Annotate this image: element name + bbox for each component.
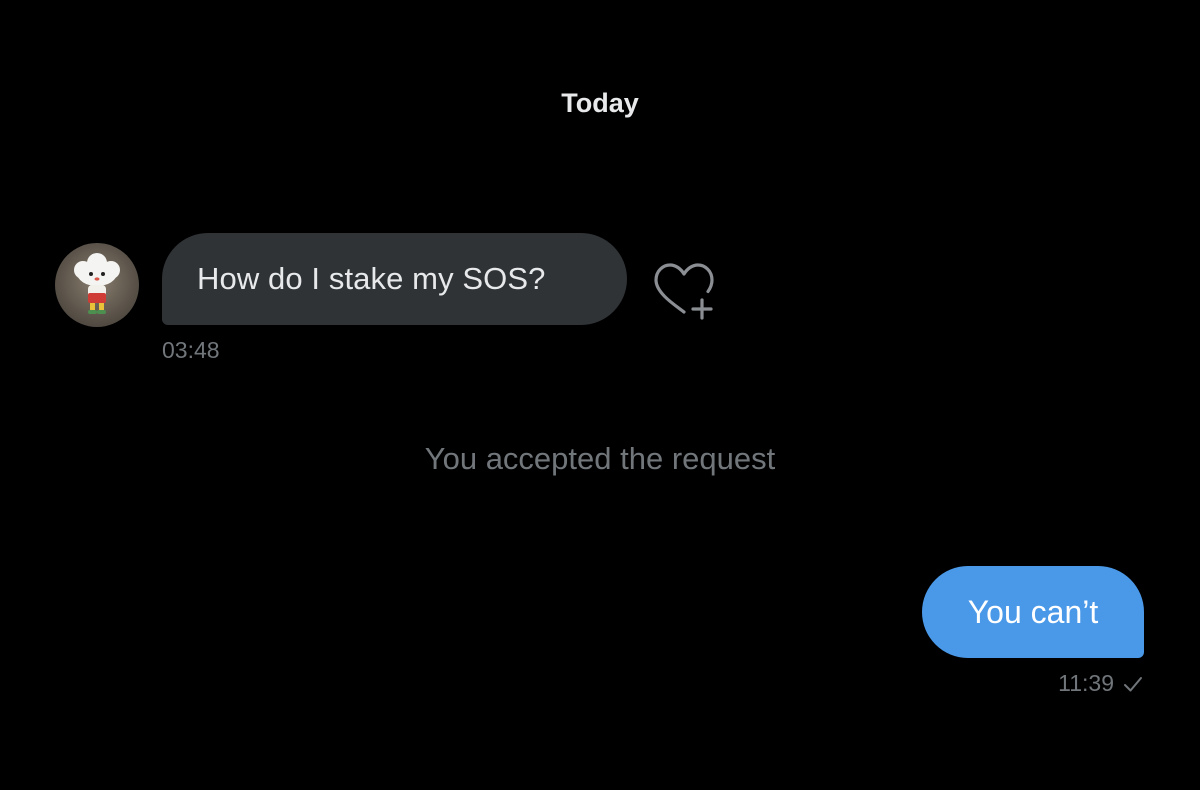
incoming-message-time: 03:48	[162, 337, 220, 363]
incoming-message-bubble[interactable]: How do I stake my SOS?	[162, 233, 627, 325]
outgoing-message-text: You can’t	[967, 593, 1099, 630]
outgoing-message-time: 11:39	[1058, 670, 1114, 696]
react-button[interactable]	[648, 260, 720, 324]
cloud-character-avatar	[74, 253, 120, 314]
avatar[interactable]	[55, 243, 139, 327]
outgoing-message-bubble[interactable]: You can’t	[922, 566, 1144, 658]
outgoing-message-meta: 11:39	[1058, 670, 1144, 697]
system-message: You accepted the request	[424, 441, 776, 476]
incoming-message-text: How do I stake my SOS?	[197, 261, 546, 296]
check-icon	[1124, 676, 1142, 691]
date-divider: Today	[561, 88, 639, 118]
heart-plus-icon	[654, 263, 714, 320]
